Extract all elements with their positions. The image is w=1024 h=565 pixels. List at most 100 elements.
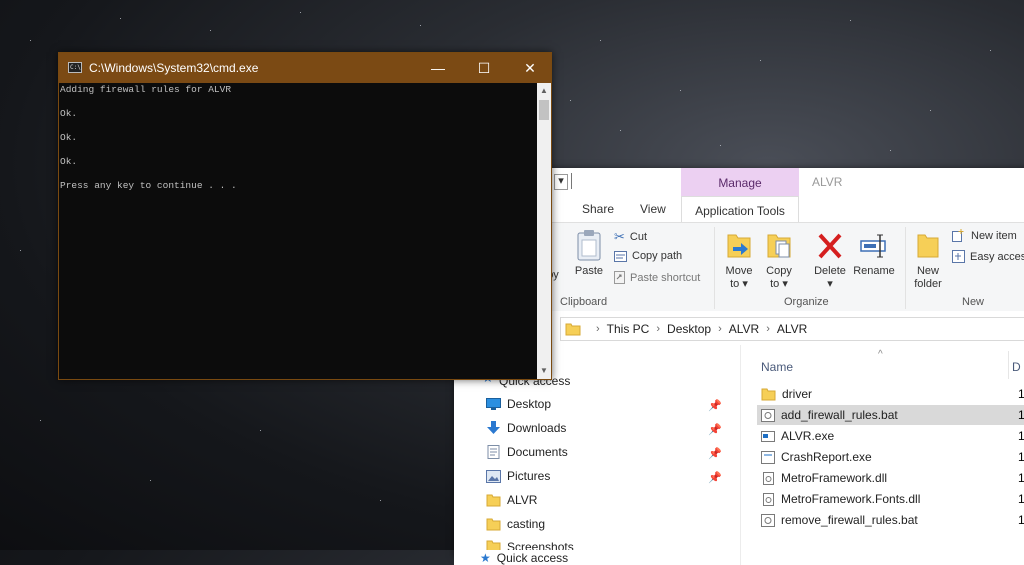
file-row-add-firewall-rules[interactable]: add_firewall_rules.bat [757, 405, 1024, 425]
chevron-down-icon: ▾ [742, 278, 748, 290]
address-box[interactable]: › This PC › Desktop › ALVR › ALVR [560, 317, 1024, 341]
file-date-cell: 1 [1018, 513, 1024, 527]
ribbon-separator [905, 227, 906, 309]
nav-label: Pictures [507, 469, 551, 483]
tab-share[interactable]: Share [582, 202, 614, 216]
breadcrumb-chevron-icon: › [718, 323, 722, 335]
nav-item-desktop[interactable]: Desktop [486, 397, 551, 411]
breadcrumb-alvr[interactable]: ALVR [729, 322, 759, 336]
nav-item-pictures[interactable]: Pictures [486, 469, 550, 483]
easy-access-icon [952, 250, 965, 263]
copy-path-button[interactable]: Copy path [614, 250, 682, 262]
file-row-driver[interactable]: driver [757, 384, 1013, 404]
breadcrumb-chevron-icon: › [656, 323, 661, 335]
dll-file-icon [763, 471, 774, 485]
nav-item-alvr[interactable]: ALVR [486, 493, 537, 507]
delete-x-icon [818, 233, 842, 259]
move-to-icon [727, 234, 751, 258]
sort-ascending-icon: ^ [878, 349, 883, 360]
scrollbar-thumb[interactable] [539, 100, 549, 120]
folder-icon [486, 540, 501, 550]
group-label-new: New [962, 296, 985, 308]
file-row-alvr-exe[interactable]: ALVR.exe [757, 426, 1013, 446]
group-label-organize: Organize [784, 296, 829, 308]
scroll-up-icon[interactable]: ▲ [537, 86, 551, 95]
easy-access-button[interactable]: Easy access [952, 250, 1024, 263]
tab-manage[interactable]: Manage [681, 168, 799, 196]
nav-label: ALVR [507, 493, 538, 507]
paste-shortcut-label: Paste shortcut [630, 271, 701, 284]
pin-icon[interactable]: 📌 [708, 399, 722, 412]
folder-icon [486, 518, 501, 530]
nav-item-casting[interactable]: casting [486, 517, 545, 531]
batch-file-icon [761, 408, 775, 422]
tab-view[interactable]: View [640, 202, 666, 216]
nav-label: casting [507, 517, 546, 531]
pin-icon[interactable]: 📌 [708, 447, 722, 460]
cut-button[interactable]: ✂ Cut [614, 229, 647, 245]
file-row-remove-firewall-rules[interactable]: remove_firewall_rules.bat [757, 510, 1013, 530]
copy-to-label: Copy [766, 265, 792, 277]
file-name: MetroFramework.dll [781, 471, 888, 485]
cmd-titlebar[interactable]: C:\ C:\Windows\System32\cmd.exe — ☐ ✕ [59, 53, 551, 83]
window-title: ALVR [812, 175, 843, 189]
file-date-cell: 1 [1018, 450, 1024, 464]
new-item-label: New item [971, 229, 1017, 242]
nav-quick-access[interactable]: ★ Quick access [480, 551, 568, 565]
minimize-button[interactable]: — [415, 53, 461, 83]
delete-button[interactable]: Delete ▾ [810, 229, 850, 291]
nav-item-screenshots[interactable]: Screenshots [486, 540, 574, 550]
new-item-button[interactable]: New item [952, 229, 1017, 242]
column-header-date[interactable]: D [1012, 360, 1021, 374]
new-folder-label-2: folder [914, 278, 942, 290]
console-line: Adding firewall rules for ALVR [60, 84, 232, 95]
close-button[interactable]: ✕ [507, 53, 553, 83]
rename-icon [860, 234, 886, 258]
quick-access-toolbar-dropdown[interactable]: ▾ [554, 174, 568, 190]
chevron-down-icon: ▾ [782, 278, 788, 290]
column-divider[interactable] [1008, 351, 1009, 379]
easy-access-label: Easy access [970, 250, 1024, 263]
file-row-metroframework-fonts[interactable]: MetroFramework.Fonts.dll [757, 489, 1013, 509]
folder-icon [486, 494, 501, 506]
new-folder-icon [917, 234, 939, 258]
copy-path-label: Copy path [632, 250, 683, 262]
nav-label: Desktop [507, 397, 552, 411]
dll-file-icon [763, 492, 774, 506]
nav-label: Screenshots [507, 540, 574, 550]
copy-to-button[interactable]: Copy to ▾ [762, 229, 796, 291]
pin-icon[interactable]: 📌 [708, 423, 722, 436]
delete-label: Delete [814, 265, 846, 277]
file-row-crashreport[interactable]: CrashReport.exe [757, 447, 1013, 467]
console-output[interactable]: Adding firewall rules for ALVR Ok. Ok. O… [59, 83, 537, 379]
console-line: Ok. [60, 108, 78, 119]
copy-path-icon [614, 250, 627, 262]
batch-file-icon [761, 513, 775, 527]
ribbon-separator [714, 227, 715, 309]
tab-application-tools[interactable]: Application Tools [681, 196, 799, 222]
new-folder-button[interactable]: New folder [910, 229, 946, 291]
file-row-metroframework[interactable]: MetroFramework.dll [757, 468, 1013, 488]
column-header-name[interactable]: Name [761, 360, 793, 374]
file-date-cell: 1 [1018, 408, 1024, 422]
scroll-down-icon[interactable]: ▼ [537, 366, 551, 375]
console-line: Ok. [60, 132, 78, 143]
folder-icon [761, 388, 776, 400]
breadcrumb-this-pc[interactable]: This PC [607, 322, 650, 336]
nav-item-downloads[interactable]: Downloads [486, 421, 566, 435]
pin-icon[interactable]: 📌 [708, 471, 722, 484]
nav-item-documents[interactable]: Documents [486, 445, 568, 459]
paste-shortcut-icon [614, 271, 625, 284]
pictures-icon [486, 469, 501, 483]
paste-shortcut-button[interactable]: Paste shortcut [614, 271, 700, 284]
move-to-label-2: to [730, 278, 740, 290]
move-to-button[interactable]: Move to ▾ [722, 229, 756, 291]
breadcrumb-alvr-sub[interactable]: ALVR [777, 322, 807, 336]
breadcrumb-desktop[interactable]: Desktop [667, 322, 711, 336]
vertical-scrollbar[interactable]: ▲ ▼ [537, 83, 551, 379]
rename-button[interactable]: Rename [852, 229, 896, 278]
maximize-button[interactable]: ☐ [461, 53, 507, 83]
clipboard-icon [577, 230, 601, 261]
paste-button[interactable]: Paste [572, 229, 606, 278]
file-date-cell: 1 [1018, 429, 1024, 443]
